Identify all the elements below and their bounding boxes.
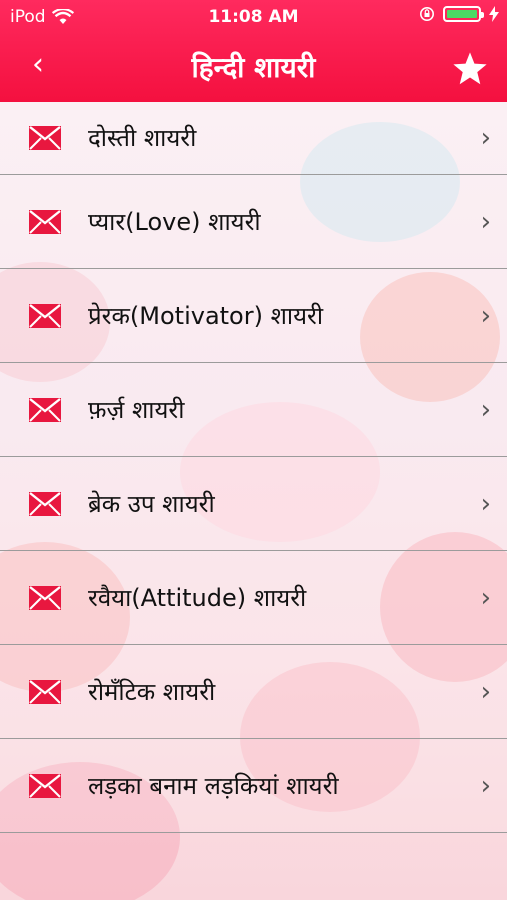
chevron-right-icon: ›: [480, 488, 491, 519]
list-item-label: ब्रेक उप शायरी: [88, 489, 215, 518]
orientation-lock-icon: [420, 7, 434, 21]
list-item[interactable]: रोमँटिक शायरी ›: [0, 645, 507, 739]
envelope-icon: [29, 209, 61, 234]
envelope-icon: [29, 585, 61, 610]
list-item[interactable]: दोस्ती शायरी ›: [0, 102, 507, 175]
list-item-label: प्रेरक(Motivator) शायरी: [88, 301, 324, 330]
battery-icon: [443, 6, 484, 22]
chevron-right-icon: ›: [480, 123, 491, 153]
navigation-bar: iPod 11:08 AM ‹ हिन्दी शायरी: [0, 0, 507, 102]
chevron-right-icon: ›: [480, 206, 491, 237]
chevron-right-icon: ›: [480, 300, 491, 331]
chevron-right-icon: ›: [480, 770, 491, 801]
chevron-right-icon: ›: [480, 676, 491, 707]
envelope-icon: [29, 126, 61, 150]
page-title: हिन्दी शायरी: [191, 51, 316, 84]
list-item[interactable]: रवैया(Attitude) शायरी ›: [0, 551, 507, 645]
list-item-label: रोमँटिक शायरी: [88, 677, 216, 706]
chevron-right-icon: ›: [480, 582, 491, 613]
list-item[interactable]: ब्रेक उप शायरी ›: [0, 457, 507, 551]
envelope-icon: [29, 303, 61, 328]
list-item-label: रवैया(Attitude) शायरी: [88, 583, 307, 612]
envelope-icon: [29, 773, 61, 798]
list-item-label: दोस्ती शायरी: [88, 123, 197, 152]
star-icon[interactable]: [451, 50, 489, 88]
list-item-label: लड़का बनाम लड़कियां शायरी: [88, 771, 339, 800]
list-item-label: प्यार(Love) शायरी: [88, 207, 261, 236]
status-bar: iPod 11:08 AM: [0, 0, 507, 34]
list-item[interactable]: प्यार(Love) शायरी ›: [0, 175, 507, 269]
chevron-right-icon: ›: [480, 394, 491, 425]
list-item[interactable]: फ़र्ज़ शायरी ›: [0, 363, 507, 457]
charging-bolt-icon: [489, 6, 499, 22]
list-item[interactable]: लड़का बनाम लड़कियां शायरी ›: [0, 739, 507, 833]
envelope-icon: [29, 397, 61, 422]
list-item[interactable]: प्रेरक(Motivator) शायरी ›: [0, 269, 507, 363]
list-item-label: फ़र्ज़ शायरी: [88, 395, 185, 424]
envelope-icon: [29, 679, 61, 704]
envelope-icon: [29, 491, 61, 516]
shayari-category-list: दोस्ती शायरी › प्यार(Love) शायरी › प्रेर…: [0, 102, 507, 833]
